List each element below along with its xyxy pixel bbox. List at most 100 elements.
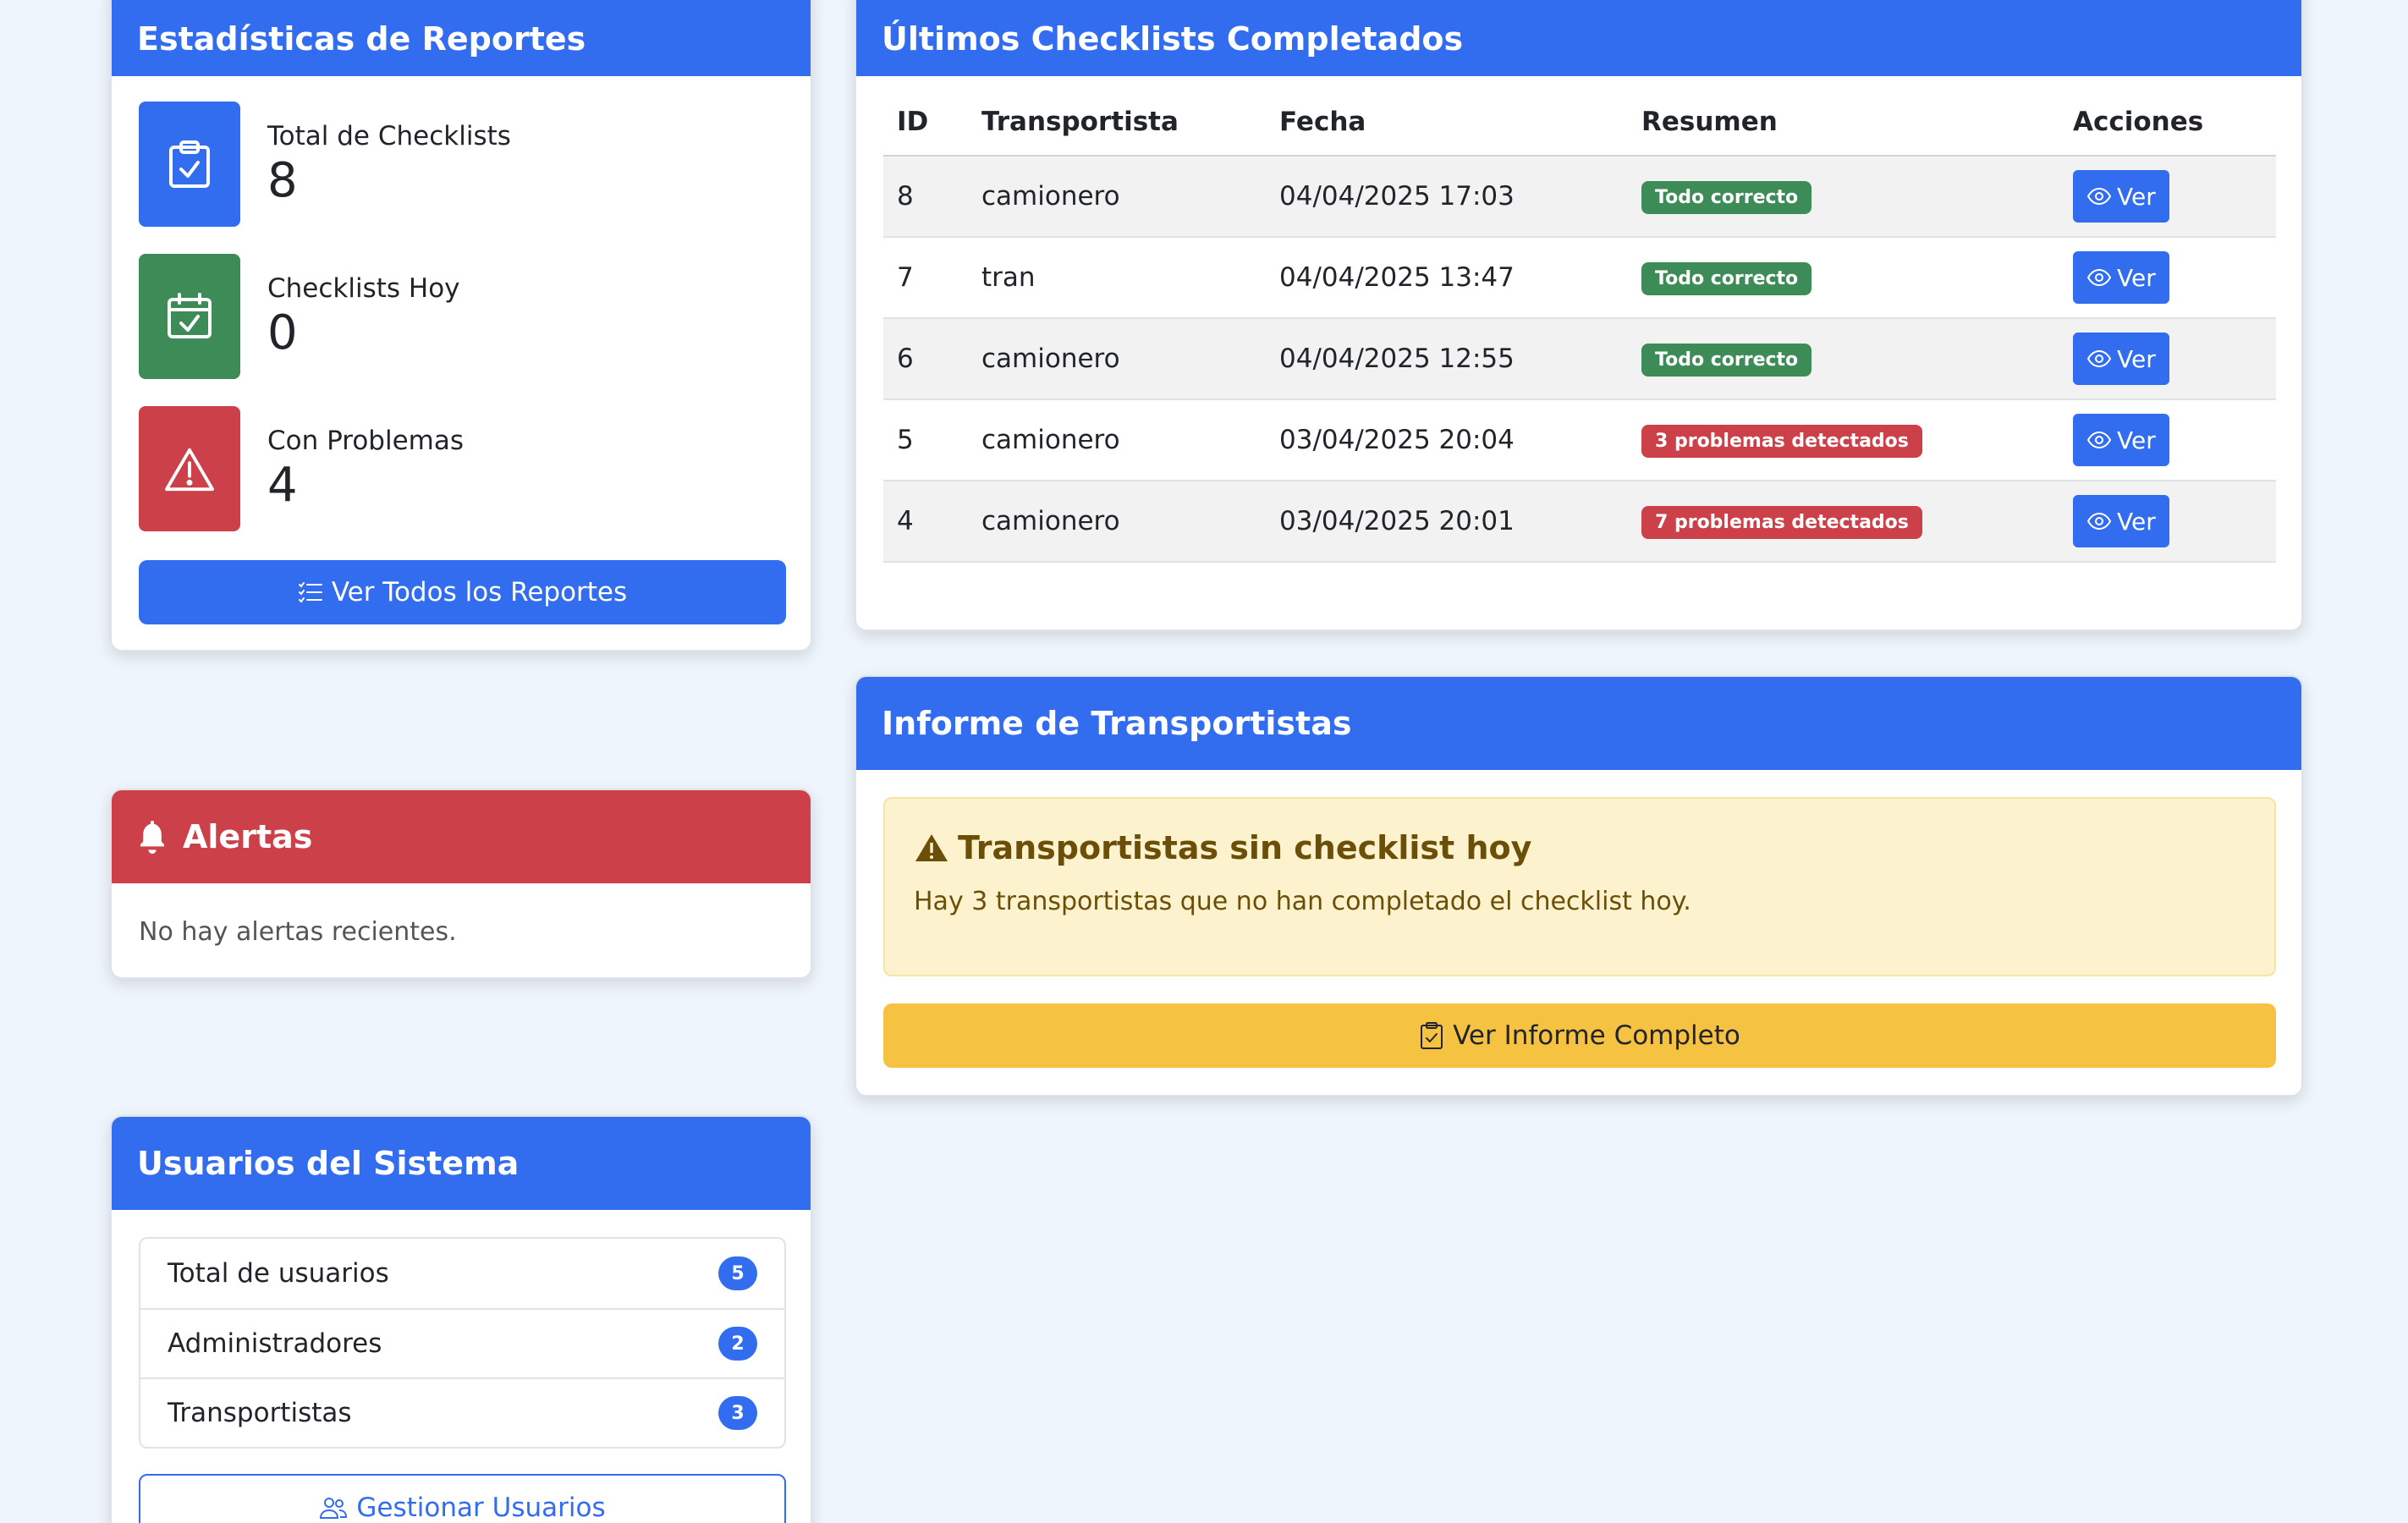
stat-value: 8 bbox=[267, 152, 298, 208]
system-users-card: Usuarios del Sistema Total de usuarios 5… bbox=[110, 1115, 812, 1523]
view-full-report-label: Ver Informe Completo bbox=[1453, 1020, 1740, 1051]
cell-summary: Todo correcto bbox=[1628, 318, 2059, 400]
cell-actions: Ver bbox=[2059, 318, 2276, 400]
list-item-carriers: Transportistas 3 bbox=[140, 1377, 784, 1447]
status-badge: 3 problemas detectados bbox=[1641, 424, 1922, 458]
view-button-label: Ver bbox=[2117, 426, 2156, 454]
table-row: 8 camionero 04/04/2025 17:03 Todo correc… bbox=[883, 156, 2276, 238]
warning-triangle-icon bbox=[139, 406, 240, 531]
list-item-label: Transportistas bbox=[168, 1398, 352, 1428]
manage-users-button[interactable]: Gestionar Usuarios bbox=[139, 1474, 786, 1523]
cell-actions: Ver bbox=[2059, 156, 2276, 238]
table-header-row: ID Transportista Fecha Resumen Acciones bbox=[883, 88, 2276, 157]
cell-date: 04/04/2025 17:03 bbox=[1266, 156, 1628, 238]
stat-checklists-today: Checklists Hoy 0 bbox=[139, 254, 460, 379]
view-button[interactable]: Ver bbox=[2073, 333, 2169, 385]
cell-carrier: camionero bbox=[968, 318, 1266, 400]
stat-total-checklists: Total de Checklists 8 bbox=[139, 102, 511, 227]
list-item-total-users: Total de usuarios 5 bbox=[140, 1239, 784, 1308]
cell-id: 7 bbox=[883, 237, 968, 319]
view-all-reports-button[interactable]: Ver Todos los Reportes bbox=[139, 560, 786, 624]
table-row: 7 tran 04/04/2025 13:47 Todo correcto Ve… bbox=[883, 237, 2276, 319]
column-header-date: Fecha bbox=[1266, 88, 1628, 157]
eye-icon bbox=[2086, 349, 2112, 368]
view-all-reports-label: Ver Todos los Reportes bbox=[331, 577, 628, 608]
calendar-check-icon bbox=[139, 254, 240, 379]
alerts-card: Alertas No hay alertas recientes. bbox=[110, 789, 812, 979]
status-badge: 7 problemas detectados bbox=[1641, 505, 1922, 539]
list-check-icon bbox=[298, 582, 322, 603]
cell-summary: Todo correcto bbox=[1628, 237, 2059, 319]
recent-title: Últimos Checklists Completados bbox=[882, 20, 1464, 58]
stats-card-header: Estadísticas de Reportes bbox=[112, 0, 811, 76]
table-row: 5 camionero 03/04/2025 20:04 3 problemas… bbox=[883, 399, 2276, 481]
view-button[interactable]: Ver bbox=[2073, 170, 2169, 223]
recent-card-header: Últimos Checklists Completados bbox=[856, 0, 2301, 76]
cell-date: 04/04/2025 13:47 bbox=[1266, 237, 1628, 319]
carriers-report-card: Informe de Transportistas Transportistas… bbox=[855, 675, 2303, 1097]
stat-label: Con Problemas bbox=[267, 425, 465, 456]
cell-id: 4 bbox=[883, 481, 968, 563]
checklists-table: ID Transportista Fecha Resumen Acciones … bbox=[883, 88, 2276, 563]
clipboard-check-icon bbox=[1421, 1022, 1443, 1049]
column-header-summary: Resumen bbox=[1628, 88, 2059, 157]
status-badge: Todo correcto bbox=[1641, 343, 1812, 377]
warning-message: Hay 3 transportistas que no han completa… bbox=[914, 887, 1691, 916]
column-header-carrier: Transportista bbox=[968, 88, 1266, 157]
cell-summary: Todo correcto bbox=[1628, 156, 2059, 238]
count-badge: 2 bbox=[718, 1327, 757, 1361]
count-badge: 3 bbox=[718, 1396, 757, 1430]
bell-icon bbox=[140, 821, 164, 854]
clipboard-check-icon bbox=[139, 102, 240, 227]
cell-summary: 7 problemas detectados bbox=[1628, 481, 2059, 563]
stat-value: 0 bbox=[267, 305, 298, 360]
view-button-label: Ver bbox=[2117, 263, 2156, 292]
warning-title: Transportistas sin checklist hoy bbox=[958, 829, 1532, 866]
manage-users-label: Gestionar Usuarios bbox=[356, 1493, 606, 1523]
warning-heading: Transportistas sin checklist hoy bbox=[914, 829, 2246, 866]
alerts-card-header: Alertas bbox=[112, 790, 811, 883]
view-button-label: Ver bbox=[2117, 182, 2156, 211]
table-row: 4 camionero 03/04/2025 20:01 7 problemas… bbox=[883, 481, 2276, 563]
count-badge: 5 bbox=[718, 1256, 757, 1290]
stat-with-problems: Con Problemas 4 bbox=[139, 406, 464, 531]
cell-actions: Ver bbox=[2059, 399, 2276, 481]
table-row: 6 camionero 04/04/2025 12:55 Todo correc… bbox=[883, 318, 2276, 400]
status-badge: Todo correcto bbox=[1641, 180, 1812, 214]
stats-title: Estadísticas de Reportes bbox=[137, 20, 586, 58]
view-button[interactable]: Ver bbox=[2073, 495, 2169, 547]
cell-carrier: camionero bbox=[968, 481, 1266, 563]
view-button[interactable]: Ver bbox=[2073, 251, 2169, 304]
cell-id: 8 bbox=[883, 156, 968, 238]
carriers-title: Informe de Transportistas bbox=[882, 705, 1352, 742]
alerts-title: Alertas bbox=[183, 818, 313, 855]
stats-card: Estadísticas de Reportes Total de Checkl… bbox=[110, 0, 812, 652]
eye-icon bbox=[2086, 512, 2112, 531]
cell-date: 03/04/2025 20:04 bbox=[1266, 399, 1628, 481]
cell-summary: 3 problemas detectados bbox=[1628, 399, 2059, 481]
eye-icon bbox=[2086, 431, 2112, 449]
cell-actions: Ver bbox=[2059, 481, 2276, 563]
alerts-empty-message: No hay alertas recientes. bbox=[139, 917, 457, 947]
list-item-admins: Administradores 2 bbox=[140, 1308, 784, 1377]
view-full-report-button[interactable]: Ver Informe Completo bbox=[883, 1003, 2276, 1068]
view-button[interactable]: Ver bbox=[2073, 414, 2169, 466]
view-button-label: Ver bbox=[2117, 344, 2156, 373]
users-list: Total de usuarios 5 Administradores 2 Tr… bbox=[139, 1237, 786, 1449]
stat-value: 4 bbox=[267, 457, 298, 513]
cell-id: 6 bbox=[883, 318, 968, 400]
view-button-label: Ver bbox=[2117, 507, 2156, 536]
cell-date: 03/04/2025 20:01 bbox=[1266, 481, 1628, 563]
list-item-label: Administradores bbox=[168, 1328, 382, 1359]
cell-id: 5 bbox=[883, 399, 968, 481]
cell-carrier: camionero bbox=[968, 399, 1266, 481]
users-card-header: Usuarios del Sistema bbox=[112, 1117, 811, 1210]
eye-icon bbox=[2086, 268, 2112, 287]
list-item-label: Total de usuarios bbox=[168, 1258, 389, 1289]
column-header-actions: Acciones bbox=[2059, 88, 2276, 157]
column-header-id: ID bbox=[883, 88, 968, 157]
stat-label: Total de Checklists bbox=[267, 120, 511, 151]
carriers-card-header: Informe de Transportistas bbox=[856, 677, 2301, 770]
cell-date: 04/04/2025 12:55 bbox=[1266, 318, 1628, 400]
cell-actions: Ver bbox=[2059, 237, 2276, 319]
